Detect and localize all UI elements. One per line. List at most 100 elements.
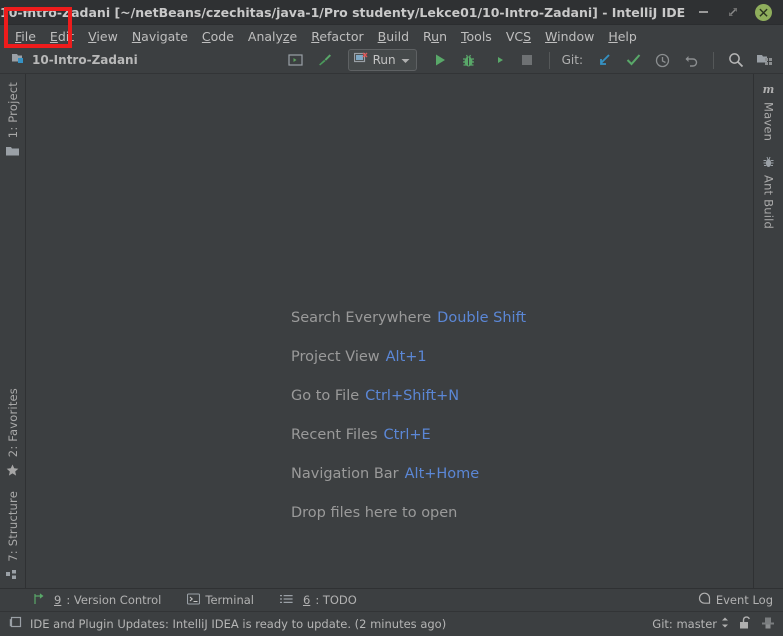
menu-build[interactable]: Build bbox=[371, 27, 416, 46]
tip-go-to-file: Go to FileCtrl+Shift+N bbox=[291, 388, 526, 404]
tip-search-everywhere-shortcut: Double Shift bbox=[437, 310, 526, 326]
tip-recent-files-shortcut: Ctrl+E bbox=[384, 427, 431, 443]
menu-vcs-mnemonic: S bbox=[523, 29, 531, 44]
project-chip[interactable]: 10-Intro-Zadani bbox=[12, 52, 138, 68]
tip-drop-files: Drop files here to open bbox=[291, 505, 526, 521]
menu-vcs[interactable]: VCS bbox=[499, 27, 538, 46]
menu-run[interactable]: Run bbox=[416, 27, 454, 46]
project-structure-icon[interactable] bbox=[755, 50, 775, 70]
menu-file[interactable]: File bbox=[8, 27, 43, 46]
menu-edit-post: dit bbox=[58, 29, 74, 44]
menu-analyze-pre: Analy bbox=[248, 29, 283, 44]
tip-search-everywhere: Search EverywhereDouble Shift bbox=[291, 310, 526, 326]
menu-window-mnemonic: W bbox=[545, 29, 557, 44]
window-decoration-icons bbox=[0, 7, 90, 18]
menu-navigate[interactable]: Navigate bbox=[125, 27, 195, 46]
menu-code[interactable]: Code bbox=[195, 27, 241, 46]
tool-window-todo-mnemonic: 6 bbox=[303, 593, 310, 607]
toggle-tool-window-icon[interactable] bbox=[286, 50, 306, 70]
updown-chevron-icon bbox=[721, 617, 729, 631]
menu-window[interactable]: Window bbox=[538, 27, 601, 46]
sidebar-item-project-label: 1: Project bbox=[6, 82, 20, 138]
run-icon[interactable] bbox=[430, 50, 450, 70]
folder-icon bbox=[6, 144, 20, 158]
menu-edit-mnemonic: E bbox=[50, 29, 58, 44]
menu-view-post: iew bbox=[96, 29, 117, 44]
tip-project-view-shortcut: Alt+1 bbox=[386, 349, 427, 365]
sidebar-item-structure-label: 7: Structure bbox=[6, 491, 20, 562]
menu-tools[interactable]: Tools bbox=[454, 27, 499, 46]
left-tool-window-bar: 1: Project 2: Favorites 7: Structure bbox=[0, 74, 26, 588]
sidebar-item-project[interactable]: 1: Project bbox=[0, 74, 25, 164]
terminal-icon bbox=[187, 593, 200, 608]
star-icon bbox=[6, 463, 20, 477]
run-config-label: Run bbox=[373, 53, 396, 67]
menu-help-post: elp bbox=[618, 29, 637, 44]
menu-help-mnemonic: H bbox=[608, 29, 617, 44]
svg-text:m: m bbox=[763, 83, 775, 95]
main-content-area: 1: Project 2: Favorites 7: Structure bbox=[0, 74, 783, 588]
main-toolbar: 10-Intro-Zadani Run bbox=[0, 47, 783, 74]
menu-window-post: indow bbox=[557, 29, 594, 44]
git-branch-widget[interactable]: Git: master bbox=[652, 617, 729, 631]
tip-navigation-bar-shortcut: Alt+Home bbox=[405, 466, 480, 482]
sidebar-item-ant-build[interactable]: Ant Build bbox=[754, 147, 783, 235]
tip-drop-files-action: Drop files here to open bbox=[291, 505, 457, 521]
structure-icon bbox=[6, 568, 20, 582]
sidebar-item-favorites[interactable]: 2: Favorites bbox=[0, 380, 25, 483]
history-icon[interactable] bbox=[652, 50, 672, 70]
tip-navigation-bar: Navigation Bar Alt+Home bbox=[291, 466, 526, 482]
menu-view[interactable]: View bbox=[81, 27, 125, 46]
intellij-idea-window: 10-Intro-Zadani [~/netBeans/czechitas/ja… bbox=[0, 0, 783, 636]
menu-analyze[interactable]: Analyze bbox=[241, 27, 304, 46]
sidebar-item-structure[interactable]: 7: Structure bbox=[0, 483, 25, 588]
menu-code-post: ode bbox=[211, 29, 234, 44]
maximize-button[interactable] bbox=[725, 4, 741, 20]
stop-icon[interactable] bbox=[517, 50, 537, 70]
menu-run-mnemonic: u bbox=[431, 29, 439, 44]
editor-empty-state: Search EverywhereDouble Shift Project Vi… bbox=[26, 74, 753, 588]
unlocked-padlock-icon[interactable] bbox=[738, 616, 752, 633]
bottom-tool-window-bar: 9 : Version Control Terminal 6: TODO Even… bbox=[0, 588, 783, 611]
tool-window-version-control[interactable]: 9 : Version Control bbox=[32, 593, 161, 608]
tool-window-version-control-mnemonic: 9 bbox=[54, 593, 61, 607]
minimize-button[interactable] bbox=[695, 4, 711, 20]
menu-navigate-post: avigate bbox=[141, 29, 188, 44]
sidebar-item-ant-build-label: Ant Build bbox=[762, 175, 776, 229]
tool-window-event-log[interactable]: Event Log bbox=[698, 592, 773, 608]
menu-edit[interactable]: Edit bbox=[43, 27, 81, 46]
window-menu-icon bbox=[49, 7, 60, 18]
sidebar-item-maven[interactable]: m Maven bbox=[754, 74, 783, 147]
notification-icon[interactable] bbox=[9, 616, 23, 632]
status-message[interactable]: IDE and Plugin Updates: IntelliJ IDEA is… bbox=[30, 617, 446, 631]
menu-help[interactable]: Help bbox=[601, 27, 644, 46]
commit-icon[interactable] bbox=[623, 50, 643, 70]
tip-go-to-file-action: Go to File bbox=[291, 388, 359, 404]
menu-vcs-pre: VC bbox=[506, 29, 523, 44]
menu-analyze-post: e bbox=[289, 29, 297, 44]
run-coverage-icon[interactable] bbox=[488, 50, 508, 70]
menu-build-post: uild bbox=[386, 29, 409, 44]
search-everywhere-icon[interactable] bbox=[726, 50, 746, 70]
menu-refactor[interactable]: Refactor bbox=[304, 27, 370, 46]
git-branch-label: Git: master bbox=[652, 617, 717, 631]
tool-window-version-control-post: : Version Control bbox=[66, 593, 161, 607]
tool-window-todo[interactable]: 6: TODO bbox=[280, 593, 357, 608]
update-project-icon[interactable] bbox=[594, 50, 614, 70]
editor-tips-list: Search EverywhereDouble Shift Project Vi… bbox=[291, 310, 526, 521]
revert-icon[interactable] bbox=[681, 50, 701, 70]
tip-recent-files-action: Recent Files bbox=[291, 427, 378, 443]
menu-run-pre: R bbox=[423, 29, 431, 44]
debug-icon[interactable] bbox=[459, 50, 479, 70]
build-hammer-icon[interactable] bbox=[315, 50, 335, 70]
run-configuration-selector[interactable]: Run bbox=[348, 49, 417, 71]
tip-navigation-bar-action: Navigation Bar bbox=[291, 466, 399, 482]
status-bar-right: Git: master bbox=[652, 616, 775, 633]
menu-navigate-mnemonic: N bbox=[132, 29, 141, 44]
tool-window-terminal[interactable]: Terminal bbox=[187, 593, 254, 608]
close-button[interactable] bbox=[755, 4, 772, 21]
hector-inspection-icon[interactable] bbox=[761, 616, 775, 633]
tip-recent-files: Recent Files Ctrl+E bbox=[291, 427, 526, 443]
sidebar-item-maven-label: Maven bbox=[762, 102, 776, 141]
project-icon bbox=[12, 52, 26, 68]
